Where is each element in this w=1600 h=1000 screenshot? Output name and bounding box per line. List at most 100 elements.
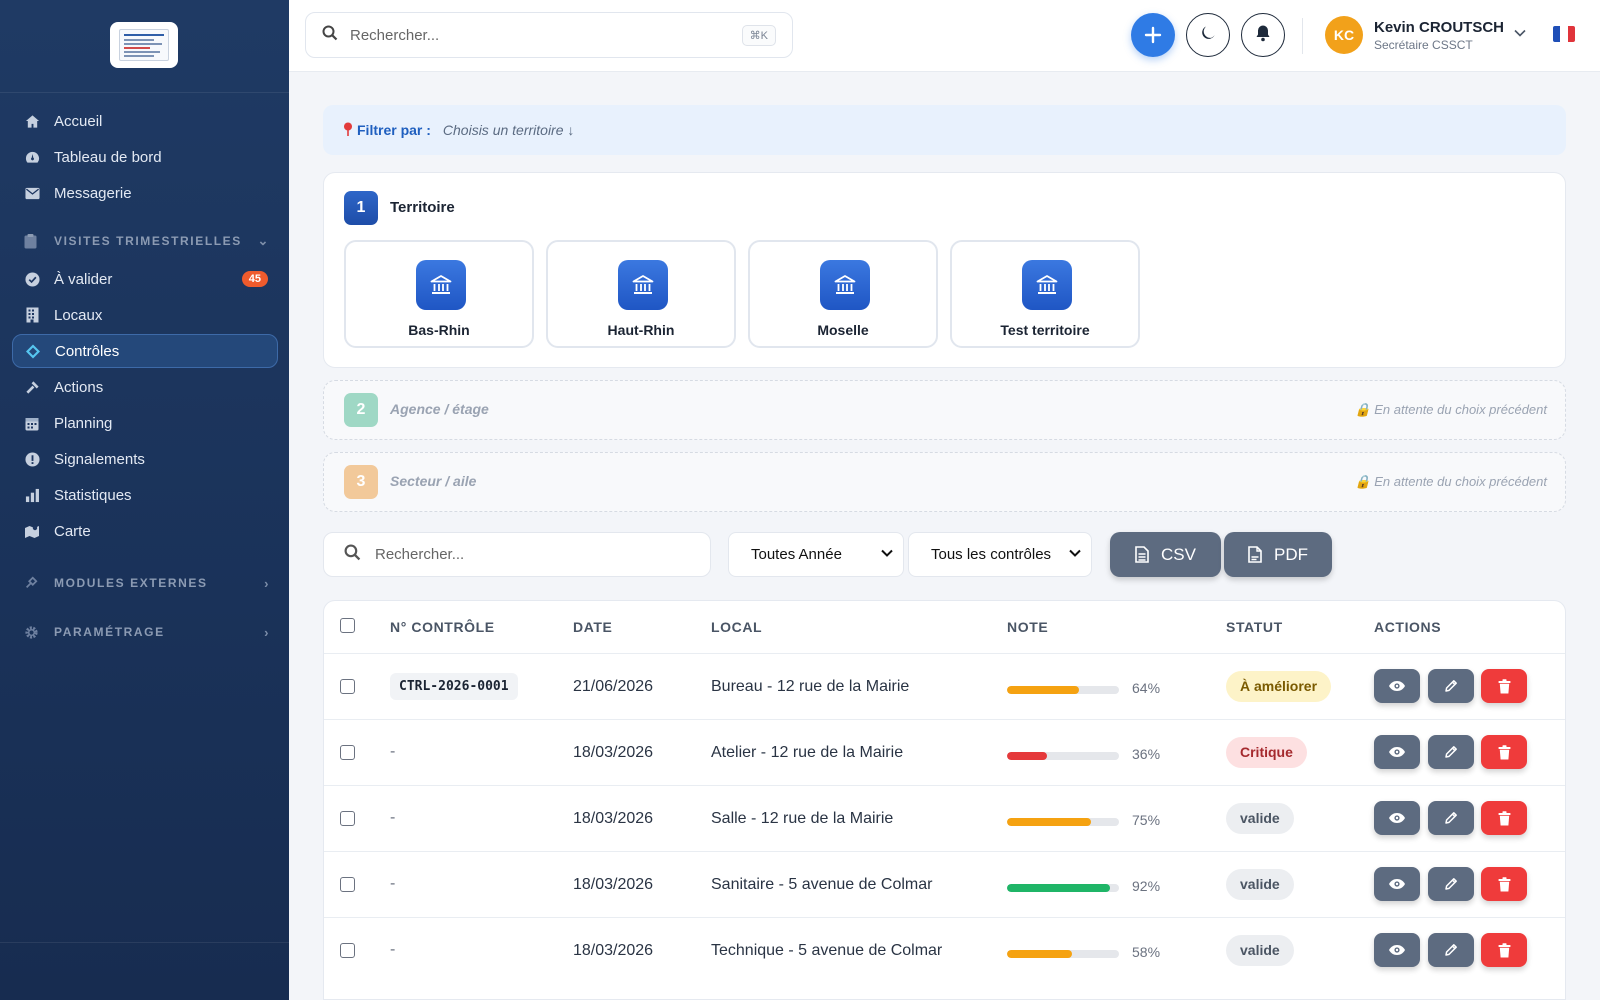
add-button[interactable] (1131, 13, 1175, 57)
territoire-test[interactable]: Test territoire (950, 240, 1140, 348)
sidebar-section-visites[interactable]: VISITES TRIMESTRIELLES ⌄ (24, 231, 270, 251)
search-icon (344, 544, 361, 566)
view-button[interactable] (1374, 801, 1420, 835)
edit-button[interactable] (1428, 867, 1474, 901)
global-search[interactable]: ⌘K (305, 12, 793, 58)
sidebar-item-label: Tableau de bord (54, 148, 162, 166)
global-search-input[interactable] (350, 26, 710, 44)
bell-icon (1255, 24, 1271, 47)
status-badge: valide (1226, 803, 1294, 834)
territoire-label: Test territoire (1000, 322, 1090, 338)
user-role: Secrétaire CSSCT (1374, 38, 1473, 52)
diamond-icon (25, 343, 41, 359)
view-button[interactable] (1374, 735, 1420, 769)
sidebar-item-carte[interactable]: Carte (12, 514, 278, 548)
control-date: 18/03/2026 (573, 810, 654, 827)
step-territoire-card: 1 Territoire Bas-Rhin Haut-Rhin Moselle … (323, 172, 1566, 368)
row-checkbox[interactable] (340, 745, 355, 760)
note-progress-bar (1007, 884, 1119, 892)
sidebar-item-label: Contrôles (55, 342, 120, 360)
sidebar-section-parametrage[interactable]: PARAMÉTRAGE › (24, 622, 270, 642)
clipboard-icon (24, 233, 40, 249)
edit-button[interactable] (1428, 669, 1474, 703)
sidebar-item-locaux[interactable]: Locaux (12, 298, 278, 332)
row-checkbox[interactable] (340, 877, 355, 892)
export-pdf-button[interactable]: PDF (1224, 532, 1332, 577)
delete-button[interactable] (1481, 933, 1527, 967)
note-percent: 75% (1132, 812, 1161, 828)
top-header: ⌘K KC Kevin CROUTSCH Secrétaire CSSCT (289, 0, 1600, 72)
sidebar-item-planning[interactable]: Planning (12, 406, 278, 440)
sidebar-item-tableau-de-bord[interactable]: Tableau de bord (12, 140, 278, 174)
column-header-statut[interactable]: STATUT (1226, 619, 1283, 635)
french-flag-icon[interactable] (1553, 26, 1575, 42)
step-waiting: 🔒 En attente du choix précédent (1354, 474, 1547, 490)
status-badge: valide (1226, 869, 1294, 900)
edit-button[interactable] (1428, 735, 1474, 769)
home-icon (24, 113, 40, 129)
year-select[interactable]: Toutes Année (728, 532, 904, 577)
sidebar-item-controles[interactable]: Contrôles (12, 334, 278, 368)
chevron-down-icon[interactable] (1514, 24, 1526, 40)
export-csv-button[interactable]: CSV (1110, 532, 1221, 577)
section-label: PARAMÉTRAGE (54, 625, 165, 639)
eye-icon (1389, 813, 1405, 823)
hammer-icon (24, 379, 40, 395)
sidebar-item-signalements[interactable]: Signalements (12, 442, 278, 476)
note-progress-bar (1007, 686, 1119, 694)
column-header-date[interactable]: DATE (573, 619, 612, 635)
note-progress-bar (1007, 752, 1119, 760)
column-header-local[interactable]: LOCAL (711, 619, 762, 635)
edit-button[interactable] (1428, 933, 1474, 967)
notifications-button[interactable] (1241, 13, 1285, 57)
sidebar-item-actions[interactable]: Actions (12, 370, 278, 404)
select-all-checkbox[interactable] (340, 618, 355, 633)
sidebar-item-accueil[interactable]: Accueil (12, 104, 278, 138)
table-search[interactable] (323, 532, 711, 577)
view-button[interactable] (1374, 933, 1420, 967)
type-select-value: Tous les contrôles (931, 546, 1052, 563)
table-row[interactable]: CTRL-2026-0001 21/06/2026 Bureau - 12 ru… (324, 653, 1565, 719)
sidebar-item-label: Carte (54, 522, 91, 540)
bank-icon (820, 260, 870, 310)
row-checkbox[interactable] (340, 943, 355, 958)
note-progress-fill (1007, 950, 1072, 958)
check-circle-icon (24, 271, 40, 287)
sidebar-section-modules[interactable]: MODULES EXTERNES › (24, 573, 270, 593)
table-search-input[interactable] (375, 546, 675, 563)
sidebar-item-statistiques[interactable]: Statistiques (12, 478, 278, 512)
delete-button[interactable] (1481, 867, 1527, 901)
delete-button[interactable] (1481, 669, 1527, 703)
table-row[interactable]: - 18/03/2026 Atelier - 12 rue de la Mair… (324, 719, 1565, 785)
territoire-bas-rhin[interactable]: Bas-Rhin (344, 240, 534, 348)
edit-button[interactable] (1428, 801, 1474, 835)
control-local: Atelier - 12 rue de la Mairie (711, 744, 904, 761)
row-checkbox[interactable] (340, 679, 355, 694)
app-logo[interactable] (110, 22, 178, 68)
waiting-text: En attente du choix précédent (1374, 402, 1547, 417)
avatar[interactable]: KC (1325, 16, 1363, 54)
table-row[interactable]: - 18/03/2026 Technique - 5 avenue de Col… (324, 917, 1565, 983)
view-button[interactable] (1374, 669, 1420, 703)
sidebar-item-a-valider[interactable]: À valider 45 (12, 262, 278, 296)
column-header-num[interactable]: N° CONTRÔLE (390, 619, 495, 635)
table-row[interactable]: - 18/03/2026 Salle - 12 rue de la Mairie… (324, 785, 1565, 851)
dark-mode-toggle[interactable] (1186, 13, 1230, 57)
control-date: 18/03/2026 (573, 942, 654, 959)
control-local: Bureau - 12 rue de la Mairie (711, 678, 910, 695)
delete-button[interactable] (1481, 735, 1527, 769)
user-name[interactable]: Kevin CROUTSCH (1374, 19, 1504, 36)
sidebar-item-messagerie[interactable]: Messagerie (12, 176, 278, 210)
view-button[interactable] (1374, 867, 1420, 901)
row-checkbox[interactable] (340, 811, 355, 826)
sidebar: Accueil Tableau de bord Messagerie VISIT… (0, 0, 289, 1000)
bank-icon (1022, 260, 1072, 310)
column-header-note[interactable]: NOTE (1007, 619, 1048, 635)
table-row[interactable]: - 18/03/2026 Sanitaire - 5 avenue de Col… (324, 851, 1565, 917)
type-select[interactable]: Tous les contrôles (908, 532, 1092, 577)
note-progress-fill (1007, 884, 1111, 892)
delete-button[interactable] (1481, 801, 1527, 835)
territoire-haut-rhin[interactable]: Haut-Rhin (546, 240, 736, 348)
territoire-moselle[interactable]: Moselle (748, 240, 938, 348)
step-number: 1 (344, 191, 378, 225)
